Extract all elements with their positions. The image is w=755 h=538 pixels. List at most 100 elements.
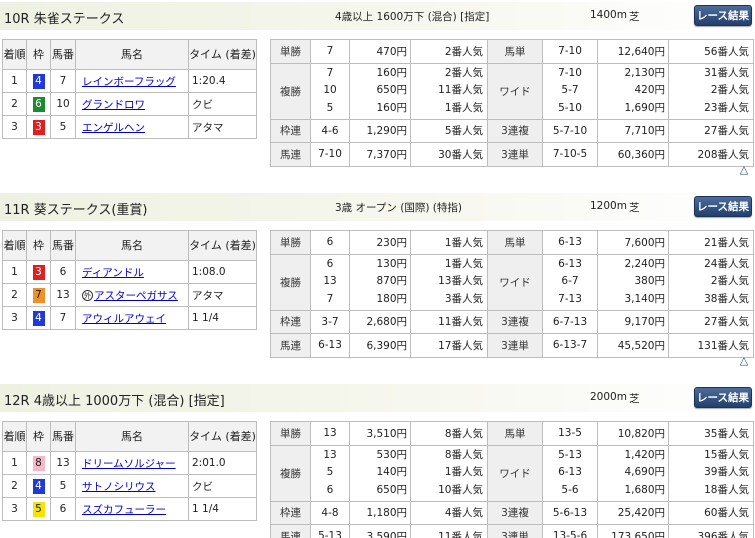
bet-type-label: 馬単 bbox=[504, 45, 526, 58]
bet-type-label: ワイド bbox=[499, 276, 531, 289]
payout-amount: 140円 bbox=[376, 466, 407, 479]
payout-amount: 160円 bbox=[376, 101, 407, 114]
popularity-cell: 56番人気 bbox=[668, 39, 754, 64]
combination: 5 bbox=[326, 466, 334, 479]
popularity: 24番人気 bbox=[704, 257, 749, 270]
popularity: 2番人気 bbox=[444, 66, 483, 79]
horse-name-link[interactable]: グランドロワ bbox=[82, 99, 145, 111]
race-title: 10R 朱雀ステークス bbox=[4, 12, 125, 27]
header-finish-label: 着順 bbox=[3, 238, 26, 252]
race-conditions: 3歳 オープン (国際) (特指) bbox=[335, 202, 462, 214]
finish-time-value: 1 1/4 bbox=[192, 503, 219, 515]
bet-type-umaren: 馬連 bbox=[270, 142, 311, 167]
bet-type-label: ワイド bbox=[499, 467, 531, 480]
combination-cell: 13-5 bbox=[542, 421, 598, 446]
popularity: 11番人気 bbox=[438, 84, 483, 97]
horse-number: 7 bbox=[50, 306, 76, 330]
horse-number: 6 bbox=[50, 497, 76, 521]
combination: 6-13 bbox=[558, 257, 582, 270]
payout-amount: 2,130円 bbox=[624, 66, 665, 79]
bet-type-wakuren: 枠連 bbox=[270, 118, 311, 144]
finisher-row: 2 4 5 サトノシリウス クビ bbox=[2, 474, 257, 498]
popularity: 4番人気 bbox=[444, 507, 483, 520]
race-block: 11R 葵ステークス(重賞) 3歳 オープン (国際) (特指) 1200m 芝 レース… bbox=[0, 193, 755, 373]
finish-position: 3 bbox=[2, 497, 27, 521]
finish-position: 2 bbox=[2, 92, 27, 116]
horse-name-link[interactable]: ディアンドル bbox=[82, 267, 144, 279]
horse-name-link[interactable]: エンゲルヘン bbox=[82, 122, 145, 134]
popularity-cell: 8番人気 bbox=[410, 421, 488, 446]
finish-header-row: 着順枠馬番 馬名 タイム (着差) bbox=[2, 421, 257, 452]
popularity: 2番人気 bbox=[710, 84, 749, 97]
payout-amount-cell: 2,680円 bbox=[349, 309, 411, 335]
combination: 7-10 bbox=[318, 148, 342, 161]
payout-amount-cell: 6,390円 bbox=[349, 333, 411, 358]
payout-amount-cell: 7,600円 bbox=[597, 230, 669, 255]
payout-amount: 7,600円 bbox=[624, 236, 665, 249]
horse-name-link[interactable]: アウィルアウェイ bbox=[82, 313, 166, 325]
race-result-button[interactable]: レース結果 bbox=[694, 196, 752, 217]
payout-amount: 530円 bbox=[376, 448, 407, 461]
scroll-to-top-icon[interactable]: △ bbox=[738, 164, 750, 176]
bet-type-label: 単勝 bbox=[280, 427, 301, 440]
combination-cell: 3-7 bbox=[310, 309, 350, 335]
bet-type-tansho: 単勝 bbox=[270, 39, 311, 64]
horse-name-link[interactable]: ドリームソルジャー bbox=[82, 458, 176, 470]
horse-number-value: 6 bbox=[59, 266, 67, 278]
finisher-row: 2 6 10 グランドロワ クビ bbox=[2, 92, 257, 116]
payout-table: 単勝 13 3,510円 8番人気 馬単 13-5 10,820円 35番人気 複勝 13 5 6 53… bbox=[270, 421, 754, 538]
popularity-cell: 60番人気 bbox=[668, 500, 754, 526]
horse-name-link[interactable]: アスターペガサス bbox=[94, 290, 178, 302]
combination: 5-13 bbox=[558, 448, 582, 461]
header-time-label: タイム (着差) bbox=[189, 238, 256, 252]
payout-amount-cell: 530円 140円 650円 bbox=[349, 444, 411, 502]
horse-name-link[interactable]: レインボーフラッグ bbox=[82, 76, 176, 88]
race-block: 12R 4歳以上 1000万下 (混合) [指定] 2000m 芝レース結果 着順枠馬… bbox=[0, 384, 755, 538]
combination-cell: 13 5 6 bbox=[310, 444, 350, 502]
race-result-button[interactable]: レース結果 bbox=[694, 5, 752, 26]
popularity: 60番人気 bbox=[704, 507, 749, 520]
combination-cell: 6-7-13 bbox=[542, 309, 598, 335]
race-header: 10R 朱雀ステークス 4歳以上 1600万下 (混合) [指定] 1400m 芝 レー… bbox=[0, 2, 755, 30]
scroll-to-top-icon[interactable]: △ bbox=[738, 355, 750, 367]
header-waku-label: 枠 bbox=[33, 47, 44, 61]
finish-time-value: アタマ bbox=[192, 289, 224, 302]
horse-number-value: 10 bbox=[56, 98, 70, 110]
horse-name-link[interactable]: スズカフューラー bbox=[82, 504, 166, 516]
combination-cell: 5-13 6-13 5-6 bbox=[542, 444, 598, 502]
combination: 5-6-13 bbox=[552, 506, 588, 519]
bet-type-umatan: 馬単 bbox=[487, 421, 543, 446]
combination: 13 bbox=[323, 427, 337, 440]
popularity: 30番人気 bbox=[438, 148, 483, 161]
combination-cell: 5-6-13 bbox=[542, 500, 598, 526]
bet-type-label: 枠連 bbox=[280, 507, 301, 520]
popularity: 10番人気 bbox=[438, 483, 483, 496]
finish-table: 着順枠馬番 馬名 タイム (着差) 1 3 6 ディアンドル 1:08.0 2 7 13 外アスターペ… bbox=[2, 230, 257, 330]
combination: 4-8 bbox=[321, 506, 339, 519]
popularity: 1番人気 bbox=[444, 101, 483, 114]
race-header: 11R 葵ステークス(重賞) 3歳 オープン (国際) (特指) 1200m 芝 レース… bbox=[0, 193, 755, 221]
payout-amount: 420円 bbox=[634, 84, 665, 97]
bet-type-label: 単勝 bbox=[280, 236, 301, 249]
payout-amount: 7,710円 bbox=[624, 125, 665, 138]
horse-name-link[interactable]: サトノシリウス bbox=[82, 481, 156, 493]
bet-type-wide: ワイド bbox=[487, 444, 543, 502]
waku-cell: 8 bbox=[26, 451, 51, 475]
finish-time: 2:01.0 bbox=[188, 451, 257, 475]
combination: 6-13 bbox=[318, 339, 342, 352]
payout-amount: 650円 bbox=[376, 84, 407, 97]
finish-position: 1 bbox=[2, 451, 27, 475]
combination: 6-13-7 bbox=[552, 339, 588, 352]
payout-amount: 380円 bbox=[634, 275, 665, 288]
combination: 7-10 bbox=[558, 45, 582, 58]
payout-row: 馬連 6-13 6,390円 17番人気 3連単 6-13-7 45,520円 131番人気 bbox=[270, 333, 754, 358]
waku-badge: 8 bbox=[32, 455, 45, 471]
popularity: 11番人気 bbox=[438, 530, 483, 538]
header-time-label: タイム (着差) bbox=[189, 429, 256, 443]
race-result-button[interactable]: レース結果 bbox=[694, 387, 752, 408]
waku-cell: 4 bbox=[26, 474, 51, 498]
bet-type-sanrentan: 3連単 bbox=[487, 333, 543, 358]
horse-number-value: 7 bbox=[59, 75, 67, 87]
horse-number: 13 bbox=[50, 451, 76, 475]
finish-time: アタマ bbox=[188, 115, 257, 139]
